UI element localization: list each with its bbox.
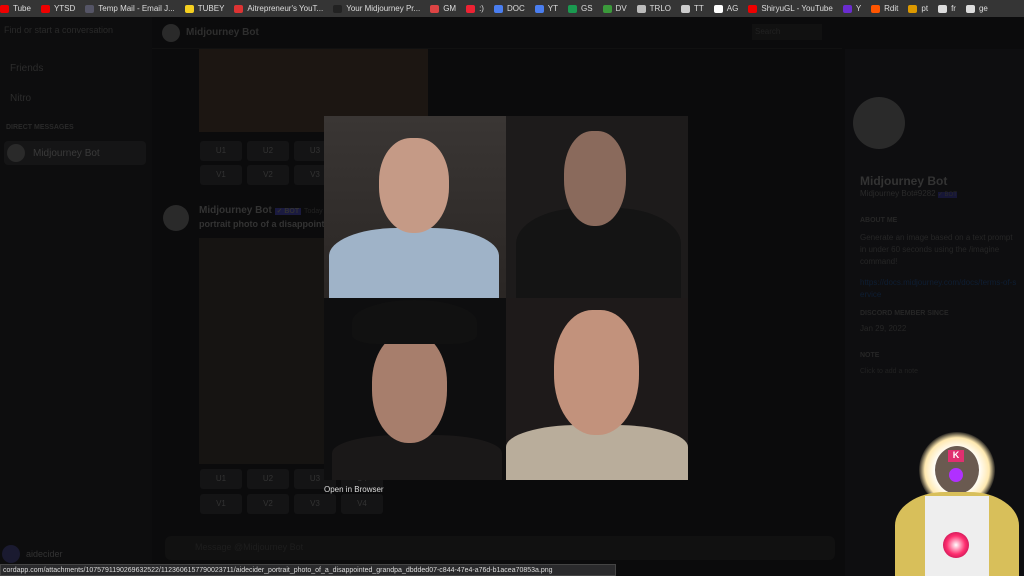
message-input[interactable]: Message @Midjourney Bot [165,536,835,560]
upscale-variation-button[interactable]: V1 [200,494,242,514]
bookmark-13[interactable]: TT [681,4,704,13]
bookmark-15[interactable]: ShiryuGL - YouTube [748,4,833,13]
message-author: Midjourney Bot ✓ BOT Today [199,205,323,216]
bookmark-icon [748,4,758,13]
upscale-variation-button[interactable]: V1 [200,165,242,185]
note-input[interactable]: Click to add a note [860,368,918,375]
dm-label: Midjourney Bot [33,147,100,159]
upscale-variation-button[interactable]: U2 [247,141,289,161]
upscale-variation-button[interactable]: V2 [247,165,289,185]
image-lightbox[interactable] [324,116,688,480]
bookmark-icon [534,4,544,13]
bookmark-16[interactable]: Y [842,4,861,13]
upscale-variation-button[interactable]: V2 [247,494,289,514]
bookmark-5[interactable]: Your Midjourney Pr... [333,4,420,13]
bookmark-icon [713,4,723,13]
bookmark-20[interactable]: ge [965,4,988,13]
upscale-variation-button[interactable]: V4 [341,494,383,514]
search-input[interactable]: Search [752,24,822,40]
about-heading: ABOUT ME [860,217,898,224]
dm-header: DIRECT MESSAGES [6,124,74,131]
bookmark-icon [430,4,440,13]
bookmark-icon [871,4,881,13]
username: aidecider [26,549,63,559]
terms-link[interactable]: https://docs.midjourney.com/docs/terms-o… [860,277,1020,301]
bookmark-icon [40,4,50,13]
bookmark-icon [842,4,852,13]
bookmark-icon [908,4,918,13]
bookmark-6[interactable]: GM [430,4,456,13]
sidebar-item-nitro[interactable]: Nitro [10,93,31,104]
profile-name: Midjourney Bot [860,174,948,188]
profile-avatar [853,97,905,149]
upscale-variation-button[interactable]: U1 [200,141,242,161]
bookmark-icon [466,4,476,13]
portrait-1 [324,116,506,298]
bookmark-icon [602,4,612,13]
bookmark-icon [0,4,9,13]
chat-title: Midjourney Bot [186,27,259,38]
bookmark-17[interactable]: Rdit [871,4,898,13]
bookmark-11[interactable]: DV [602,4,627,13]
bookmark-icon [184,4,194,13]
avatar [7,144,25,162]
bookmark-2[interactable]: Temp Mail - Email J... [85,4,175,13]
bookmark-1[interactable]: YTSD [40,4,75,13]
dm-sidebar: Find or start a conversation Friends Nit… [0,17,152,576]
bookmark-icon [636,4,646,13]
portrait-4 [506,298,688,480]
bookmark-12[interactable]: TRLO [636,4,671,13]
find-conversation-input[interactable]: Find or start a conversation [4,25,113,35]
bookmark-10[interactable]: GS [567,4,593,13]
streamer-overlay: K [895,432,1019,576]
bookmark-3[interactable]: TUBEY [184,4,224,13]
bookmark-8[interactable]: DOC [493,4,525,13]
upscale-variation-button[interactable]: U2 [247,469,289,489]
status-bar-url: cordapp.com/attachments/1075791190269632… [0,564,616,576]
chat-header: Midjourney Bot [152,17,842,49]
upscale-variation-button[interactable]: V3 [294,494,336,514]
image-thumbnail[interactable] [199,238,324,464]
user-panel[interactable]: aidecider [2,545,63,563]
bookmark-icon [333,4,343,13]
bookmark-icon [493,4,503,13]
upscale-variation-button[interactable]: U1 [200,469,242,489]
overlay-letter: K [948,450,964,462]
bookmark-9[interactable]: YT [534,4,558,13]
open-in-browser-link[interactable]: Open in Browser [324,485,384,494]
bookmark-icon [85,4,95,13]
note-heading: NOTE [860,352,880,359]
bookmark-icon [938,4,948,13]
bookmark-icon [234,4,244,13]
portrait-2 [506,116,688,298]
bookmark-14[interactable]: AG [713,4,738,13]
profile-tag: Midjourney Bot#9282 ✓ BOT [860,189,957,198]
bookmark-0[interactable]: Tube [0,4,31,13]
bookmark-icon [567,4,577,13]
about-text: Generate an image based on a text prompt… [860,233,1013,266]
portrait-3 [324,298,506,480]
message-avatar [163,205,189,231]
bookmark-18[interactable]: pt [908,4,928,13]
bookmark-7[interactable]: :) [466,4,484,13]
dm-item-midjourney[interactable]: Midjourney Bot [4,141,146,165]
member-since-date: Jan 29, 2022 [860,324,907,333]
bookmarks-bar: Tube YTSD Temp Mail - Email J... TUBEY Aitre… [0,0,1024,17]
user-avatar [2,545,20,563]
sidebar-item-friends[interactable]: Friends [10,63,43,74]
bookmark-19[interactable]: fr [938,4,956,13]
bookmark-4[interactable]: Aitrepreneur's YouT... [234,4,323,13]
bookmark-icon [965,4,975,13]
bookmark-icon [681,4,691,13]
member-since-heading: DISCORD MEMBER SINCE [860,310,949,317]
bot-avatar [162,24,180,42]
